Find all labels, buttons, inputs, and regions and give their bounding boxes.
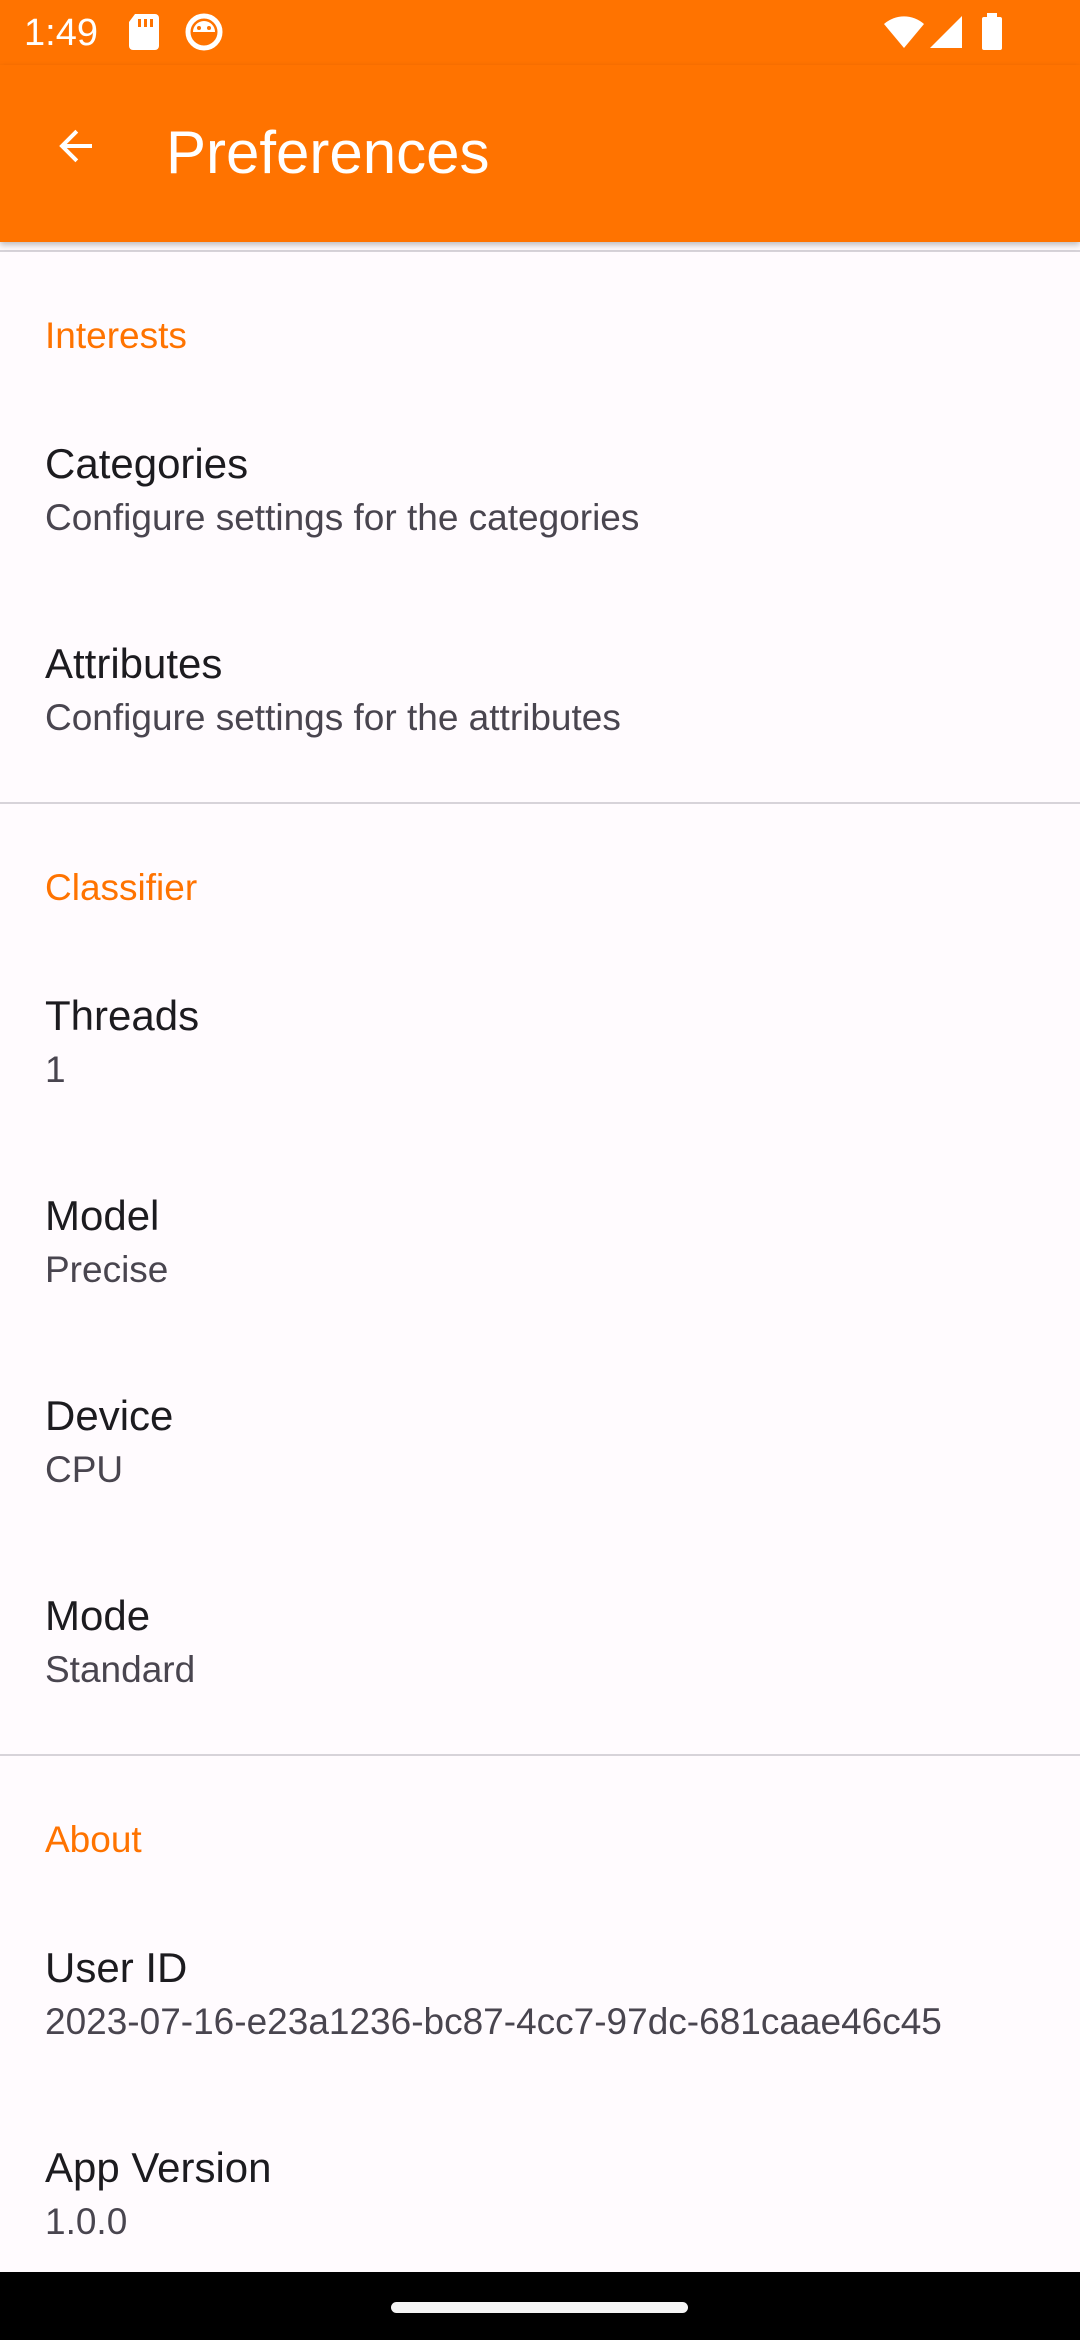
pref-summary: CPU: [45, 1449, 124, 1490]
home-gesture-handle[interactable]: [391, 2302, 688, 2313]
sd-card-icon: [127, 12, 161, 57]
pref-title: User ID: [45, 1944, 188, 1991]
status-time: 1:49: [24, 12, 98, 54]
pref-summary: Precise: [45, 1249, 169, 1290]
cellular-signal-icon: [928, 12, 964, 57]
pref-title: Device: [45, 1392, 174, 1439]
pref-title: App Version: [45, 2144, 272, 2191]
pref-title: Categories: [45, 440, 249, 487]
pref-summary: Standard: [45, 1649, 196, 1690]
app-bar: Preferences: [0, 65, 1080, 242]
pref-item-categories[interactable]: Categories Configure settings for the ca…: [0, 402, 1080, 602]
pref-summary: 1: [45, 1049, 66, 1090]
pref-item-threads[interactable]: Threads 1: [0, 954, 1080, 1154]
pref-title: Mode: [45, 1592, 151, 1639]
category-title-about: About: [45, 1819, 142, 1860]
pref-item-mode[interactable]: Mode Standard: [0, 1554, 1080, 1754]
pref-title: Threads: [45, 992, 200, 1039]
pref-summary: Configure settings for the attributes: [45, 697, 621, 738]
pref-title: Model: [45, 1192, 160, 1239]
battery-icon: [980, 12, 1004, 57]
pref-item-attributes[interactable]: Attributes Configure settings for the at…: [0, 602, 1080, 802]
android-icon: [184, 12, 224, 57]
category-title-interests: Interests: [45, 315, 187, 356]
pref-summary: Configure settings for the categories: [45, 497, 640, 538]
preferences-list: Interests Categories Configure settings …: [0, 242, 1080, 2306]
pref-summary: 2023-07-16-e23a1236-bc87-4cc7-97dc-681ca…: [45, 2001, 942, 2042]
pref-item-device[interactable]: Device CPU: [0, 1354, 1080, 1554]
arrow-back-icon: [52, 122, 100, 175]
pref-item-user-id[interactable]: User ID 2023-07-16-e23a1236-bc87-4cc7-97…: [0, 1906, 1080, 2106]
pref-title: Attributes: [45, 640, 223, 687]
back-button[interactable]: [36, 108, 116, 188]
page-title: Preferences: [166, 119, 490, 186]
navigation-bar: [0, 2272, 1080, 2340]
category-title-classifier: Classifier: [45, 867, 198, 908]
pref-item-model[interactable]: Model Precise: [0, 1154, 1080, 1354]
wifi-icon: [882, 12, 926, 57]
status-bar: 1:49: [0, 0, 1080, 65]
pref-summary: 1.0.0: [45, 2201, 128, 2242]
